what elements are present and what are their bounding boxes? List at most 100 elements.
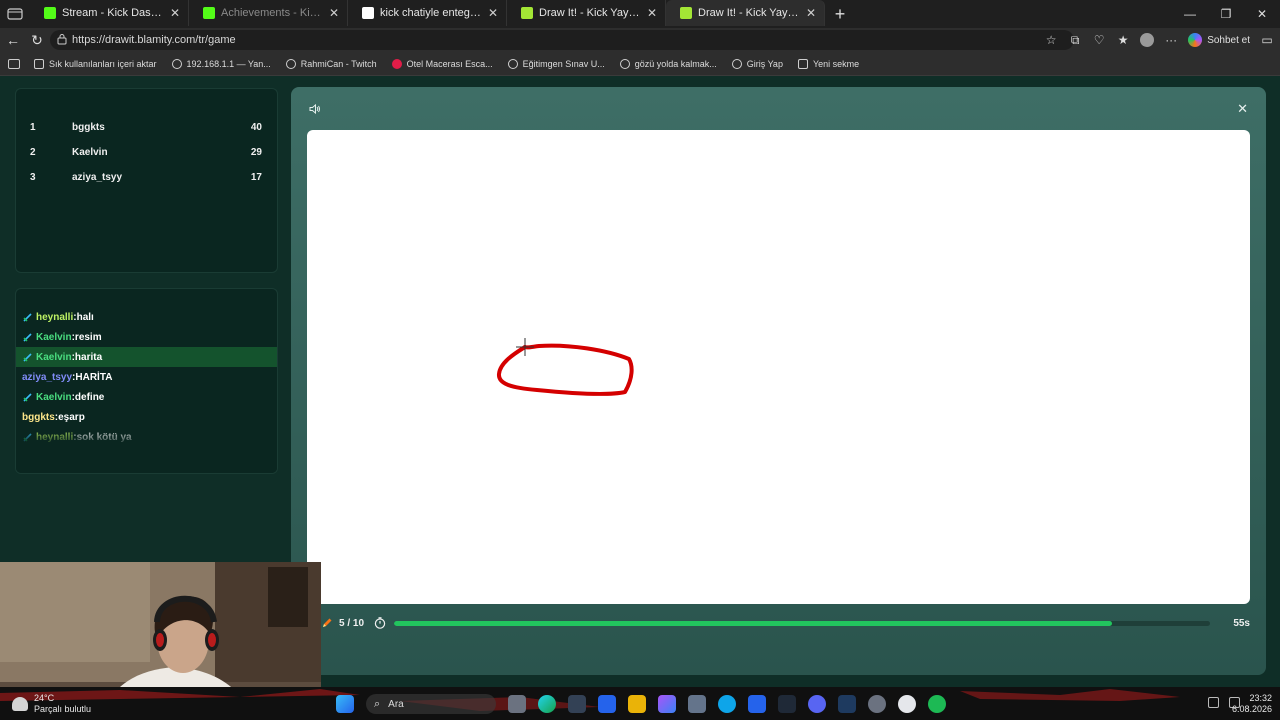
tab-close-icon[interactable]: ✕: [806, 6, 816, 20]
chat-username: Kaelvin: [36, 331, 72, 343]
bookmark-label: RahmiCan - Twitch: [300, 58, 377, 69]
speaker-icon[interactable]: [309, 103, 321, 115]
tab-close-icon[interactable]: ✕: [488, 6, 498, 20]
cloud-sun-icon: [12, 697, 28, 711]
bookmark-item[interactable]: Otel Macerası Esca...: [391, 58, 493, 69]
tab-strip: Stream - Kick Dashboard✕Achievements - K…: [0, 0, 1280, 28]
network-icon[interactable]: [1208, 697, 1219, 708]
browser-essentials-icon[interactable]: ♡: [1092, 33, 1106, 47]
tab-label: kick chatiyle entegre resim çizme oy: [380, 7, 482, 19]
google-icon: [362, 7, 374, 19]
leaderboard-panel: 1 bggkts 40 2 Kaelvin 29 3 aziya_tsyy 17: [15, 88, 278, 273]
close-window-icon[interactable]: ✕: [1244, 0, 1280, 28]
browser-tab[interactable]: kick chatiyle entegre resim çizme oy ✕: [348, 0, 507, 26]
back-icon[interactable]: ←: [1, 28, 25, 52]
chat-message: Kaelvin: harita: [16, 347, 277, 367]
bookmark-label: Sık kullanılanları içeri aktar: [49, 58, 157, 69]
globe-icon: [507, 58, 518, 69]
tab-label: Draw It! - Kick Yayınları İçin Çizim: [698, 7, 800, 19]
clock[interactable]: 23:32 6.08.2026: [1232, 693, 1272, 715]
round-status-bar: 5 / 10 55s: [321, 615, 1250, 631]
app-icon[interactable]: [898, 695, 916, 713]
kick-icon: [44, 7, 56, 19]
chat-panel: heynalli: halı Kaelvin: resim Kaelvin: harita…: [15, 288, 278, 474]
browser-tab[interactable]: Draw It! - Kick Yayınları İçin Çizim ✕: [666, 0, 825, 26]
minimize-icon[interactable]: —: [1172, 0, 1208, 28]
browser-tab[interactable]: Stream - Kick Dashboard ✕: [30, 0, 189, 26]
tab-close-icon[interactable]: ✕: [170, 6, 180, 20]
pencil-icon: [323, 618, 332, 627]
profile-avatar[interactable]: [1140, 33, 1155, 47]
more-menu-icon[interactable]: ···: [1164, 33, 1178, 47]
clock-date: 6.08.2026: [1231, 704, 1272, 714]
leaderboard-row: 2 Kaelvin 29: [16, 140, 277, 165]
tab-close-icon[interactable]: ✕: [329, 6, 339, 20]
settings-icon[interactable]: [688, 695, 706, 713]
chat-message: aziya_tsyy: HARİTA: [16, 367, 277, 387]
site-info-icon[interactable]: [57, 34, 67, 45]
restore-icon[interactable]: ❐: [1208, 0, 1244, 28]
drawit-icon: [521, 7, 533, 19]
telegram-icon[interactable]: [718, 695, 736, 713]
bookmark-item[interactable]: gözü yolda kalmak...: [619, 58, 717, 69]
start-icon[interactable]: [336, 695, 354, 713]
chat-message: bggkts: eşarp: [16, 407, 277, 427]
browser-tab[interactable]: Draw It! - Kick Yayınları İçin Çizim Oy ✕: [507, 0, 666, 26]
capcut-icon[interactable]: [568, 695, 586, 713]
bookmark-label: Eğitimgen Sınav U...: [522, 58, 605, 69]
tab-list-icon[interactable]: [8, 58, 20, 69]
terminal-icon[interactable]: [778, 695, 796, 713]
chat-username: bggkts: [22, 411, 55, 423]
sidebar-toggle-icon[interactable]: ▭: [1260, 33, 1274, 47]
chat-text: halı: [76, 311, 94, 323]
close-icon[interactable]: ✕: [1237, 101, 1248, 117]
bookmark-item[interactable]: Eğitimgen Sınav U...: [507, 58, 605, 69]
vscode-icon[interactable]: [748, 695, 766, 713]
leaderboard-name: aziya_tsyy: [72, 172, 123, 183]
bookmarks-bar: Sık kullanılanları içeri aktar 192.168.1.…: [0, 52, 1280, 76]
obs-icon[interactable]: [868, 695, 886, 713]
url-field[interactable]: https://drawit.blamity.com/tr/game: [50, 30, 1074, 50]
collections-icon[interactable]: ★: [1116, 33, 1130, 47]
store-icon[interactable]: [598, 695, 616, 713]
tab-actions-button[interactable]: [0, 0, 30, 28]
task-view-icon[interactable]: [508, 695, 526, 713]
address-bar-row: ← ↻ https://drawit.blamity.com/tr/game ☆…: [0, 28, 1280, 52]
bookmark-item[interactable]: RahmiCan - Twitch: [285, 58, 377, 69]
copilot-app-icon[interactable]: [658, 695, 676, 713]
weather-widget[interactable]: 24°C Parçalı bulutlu: [12, 693, 91, 715]
bookmark-item[interactable]: 192.168.1.1 — Yan...: [171, 58, 271, 69]
refresh-icon[interactable]: ↻: [25, 28, 49, 52]
steam-icon[interactable]: [838, 695, 856, 713]
leaderboard-name: Kaelvin: [72, 147, 108, 158]
favorite-star-icon[interactable]: ☆: [1044, 33, 1058, 47]
tab-close-icon[interactable]: ✕: [647, 6, 657, 20]
new-tab-button[interactable]: +: [825, 0, 855, 28]
kick-icon: [203, 7, 215, 19]
bookmark-item[interactable]: Sık kullanılanları içeri aktar: [34, 58, 157, 69]
round-counter: 5 / 10: [339, 617, 365, 629]
bookmark-item[interactable]: Yeni sekme: [797, 58, 859, 69]
taskbar-search-label: Ara: [388, 698, 404, 710]
clock-time: 23:32: [1249, 693, 1272, 703]
chat-username: Kaelvin: [36, 391, 72, 403]
file-explorer-icon[interactable]: [628, 695, 646, 713]
leaderboard-score: 40: [250, 122, 262, 133]
newtab-icon: [797, 58, 808, 69]
discord-icon[interactable]: [808, 695, 826, 713]
copilot-chat-button[interactable]: Sohbet et: [1188, 33, 1250, 47]
edge-icon[interactable]: [538, 695, 556, 713]
globe-icon: [171, 58, 182, 69]
browser-tab[interactable]: Achievements - Kick Dashboard ✕: [189, 0, 348, 26]
drawing-canvas[interactable]: [307, 130, 1250, 604]
spotify-icon[interactable]: [928, 695, 946, 713]
globe-icon: [285, 58, 296, 69]
weather-temp: 24°C: [34, 693, 55, 703]
leaderboard-score: 29: [250, 147, 262, 158]
chat-text: harita: [74, 351, 103, 363]
drawing-surface: [497, 338, 634, 396]
bookmark-item[interactable]: Giriş Yap: [731, 58, 783, 69]
leaderboard-name: bggkts: [72, 122, 105, 133]
extensions-icon[interactable]: ⧉: [1068, 33, 1082, 47]
taskbar-search[interactable]: ⌕ Ara: [366, 694, 496, 714]
